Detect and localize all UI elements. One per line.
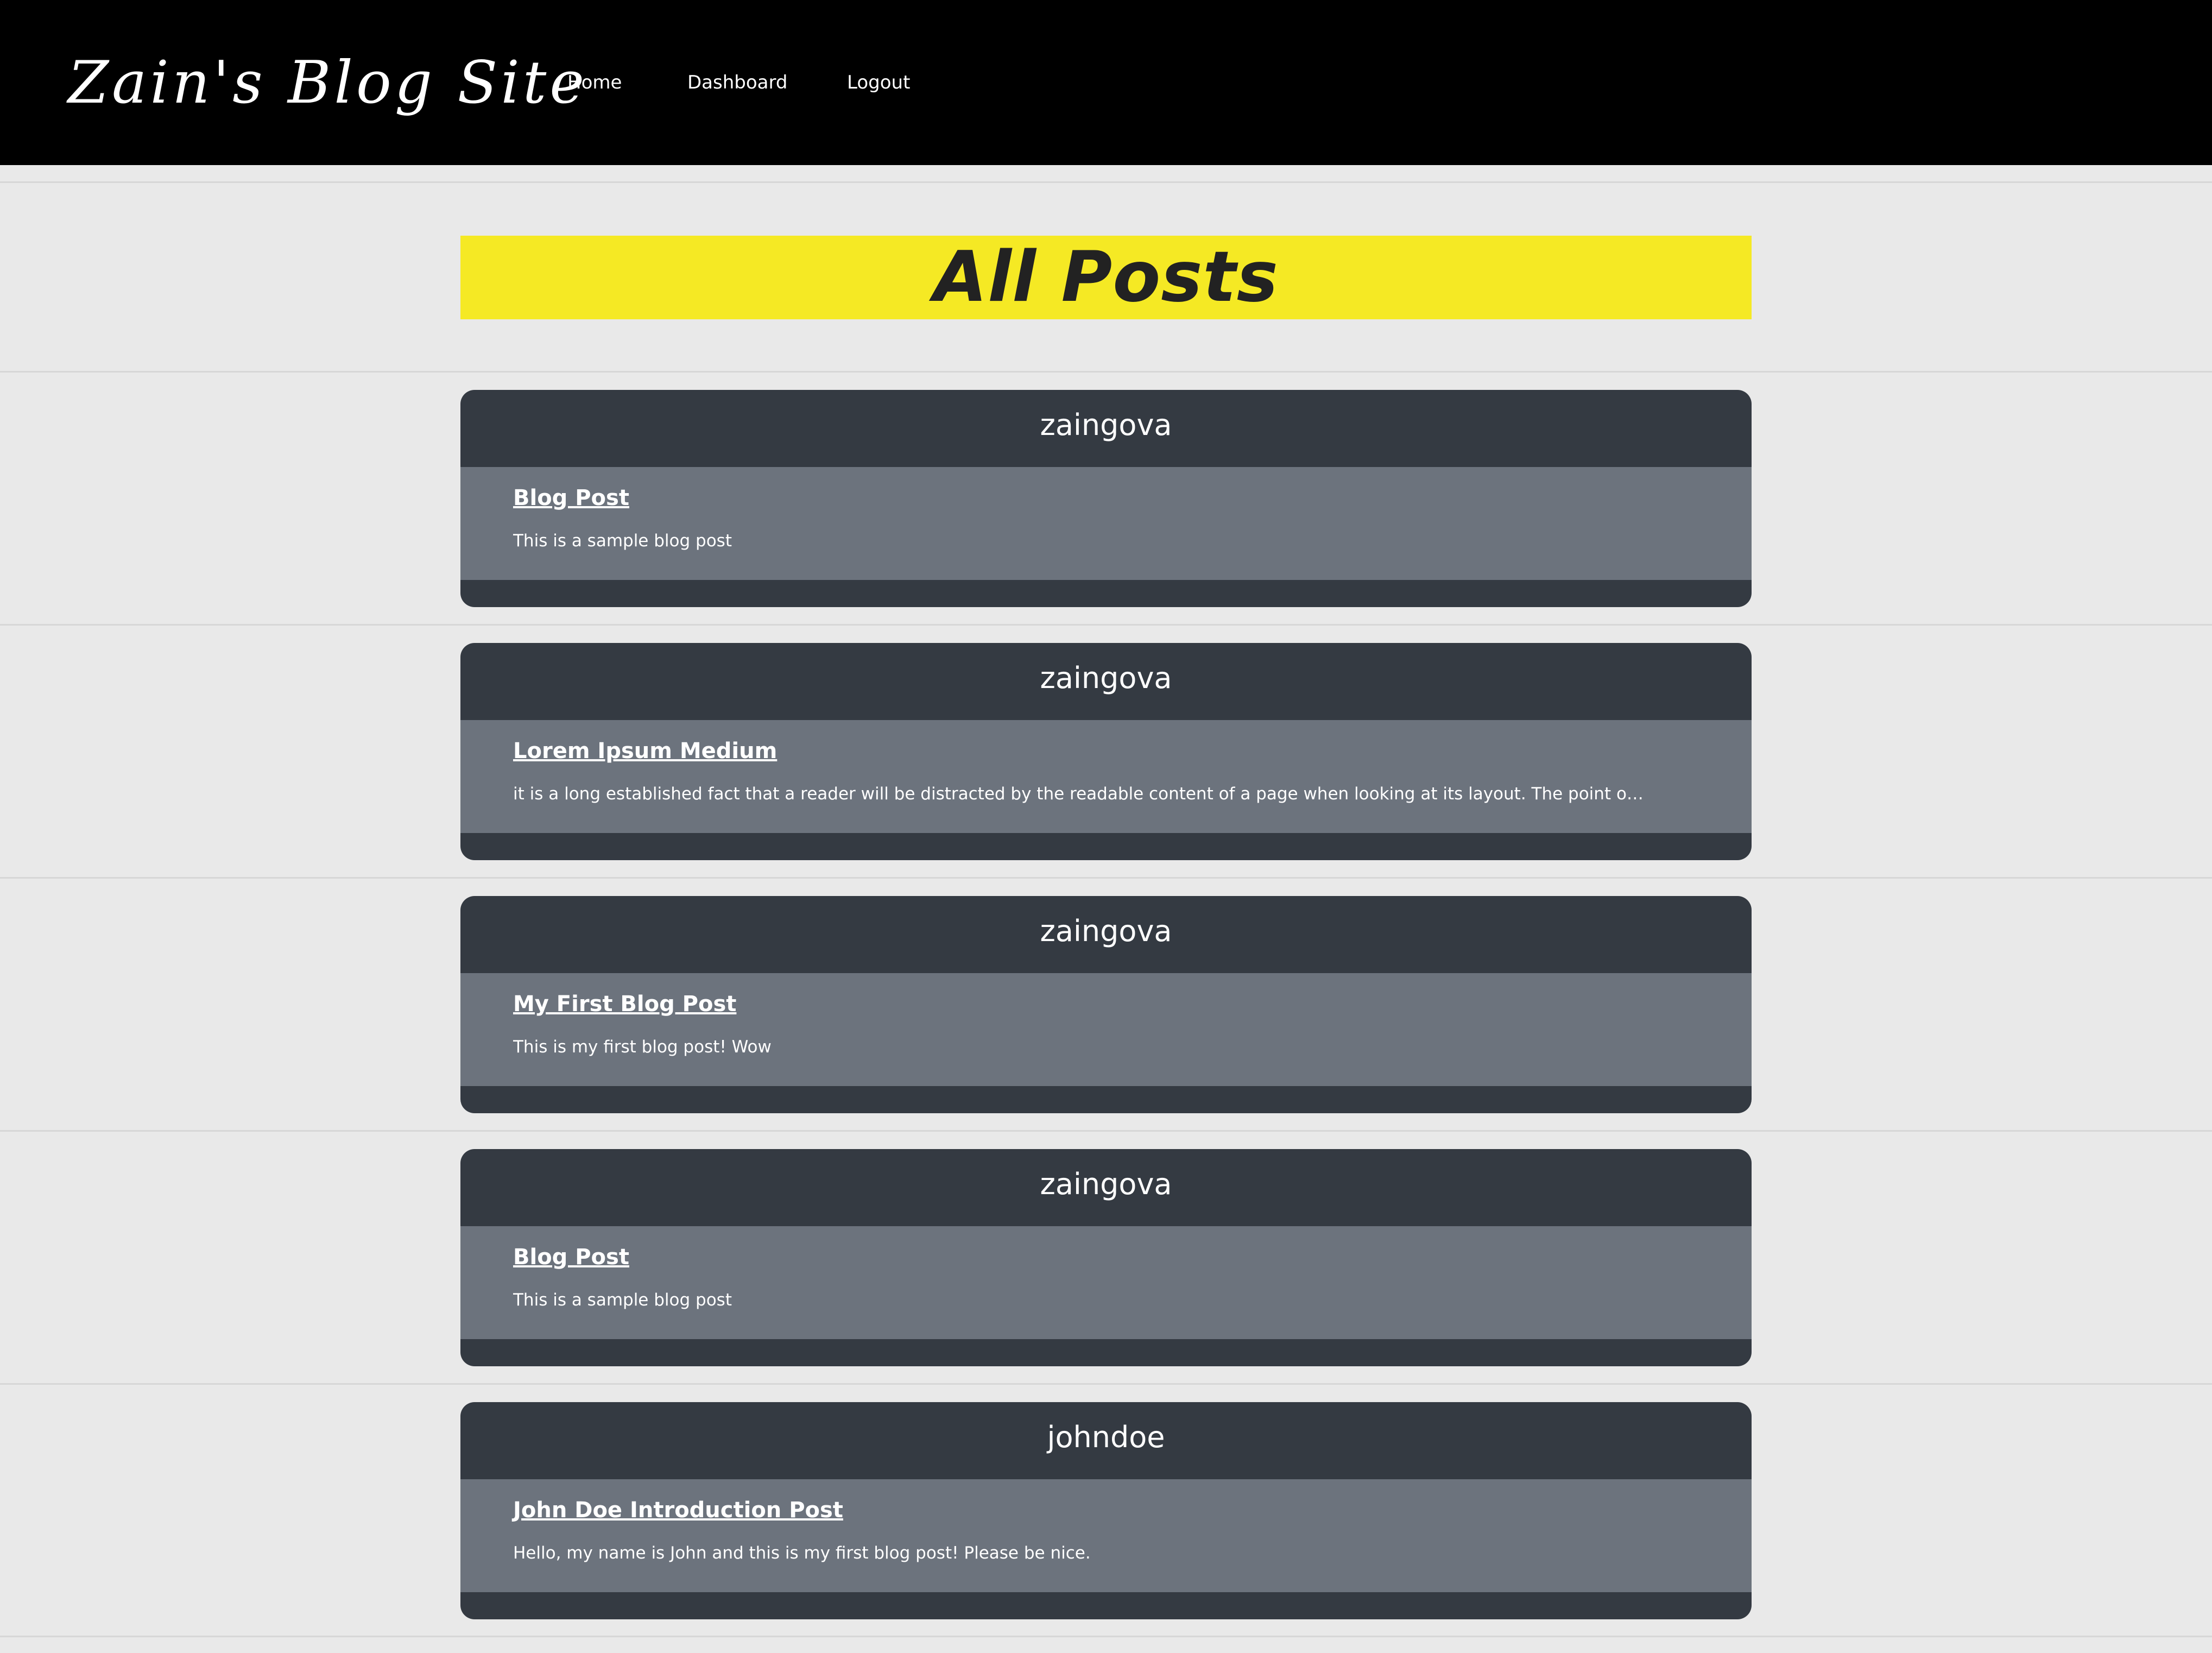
page-title: All Posts (460, 236, 1752, 319)
post-excerpt: This is a sample blog post (513, 1290, 732, 1310)
post-author: zaingova (1040, 1167, 1172, 1201)
site-brand[interactable]: Zain's Blog Site (68, 42, 587, 124)
post-body: Blog Post This is a sample blog post (460, 467, 1752, 580)
post-card: zaingova Blog Post This is a sample blog… (460, 1149, 1752, 1366)
post-title-link[interactable]: My First Blog Post (513, 992, 736, 1017)
post-body: Lorem Ipsum Medium it is a long establis… (460, 720, 1752, 833)
post-title-link[interactable]: Blog Post (513, 1245, 629, 1270)
divider (0, 1130, 2212, 1132)
post-card: johndoe John Doe Introduction Post Hello… (460, 1402, 1752, 1619)
divider (0, 624, 2212, 626)
post-excerpt: it is a long established fact that a rea… (513, 784, 1648, 804)
divider (0, 181, 2212, 183)
post-title-link[interactable]: John Doe Introduction Post (513, 1498, 843, 1523)
post-author: zaingova (1040, 661, 1172, 695)
divider (0, 1636, 2212, 1637)
divider (0, 877, 2212, 879)
post-body: My First Blog Post This is my first blog… (460, 973, 1752, 1086)
post-card: zaingova Blog Post This is a sample blog… (460, 390, 1752, 607)
post-title-link[interactable]: Blog Post (513, 485, 629, 510)
divider (0, 1383, 2212, 1385)
post-body: John Doe Introduction Post Hello, my nam… (460, 1479, 1752, 1592)
post-title-link[interactable]: Lorem Ipsum Medium (513, 739, 777, 764)
nav-logout-link[interactable]: Logout (847, 66, 910, 99)
post-card: zaingova Lorem Ipsum Medium it is a long… (460, 643, 1752, 860)
post-excerpt: This is a sample blog post (513, 531, 732, 551)
post-author: zaingova (1040, 914, 1172, 948)
post-body: Blog Post This is a sample blog post (460, 1226, 1752, 1339)
post-author: zaingova (1040, 408, 1172, 442)
divider (0, 371, 2212, 373)
post-author: johndoe (1047, 1420, 1165, 1454)
nav-home-link[interactable]: Home (567, 66, 622, 99)
post-excerpt: Hello, my name is John and this is my fi… (513, 1543, 1091, 1563)
post-excerpt: This is my first blog post! Wow (513, 1037, 772, 1057)
post-card: zaingova My First Blog Post This is my f… (460, 896, 1752, 1113)
nav-dashboard-link[interactable]: Dashboard (687, 66, 787, 99)
navbar: Zain's Blog Site Home Dashboard Logout (0, 0, 2212, 165)
